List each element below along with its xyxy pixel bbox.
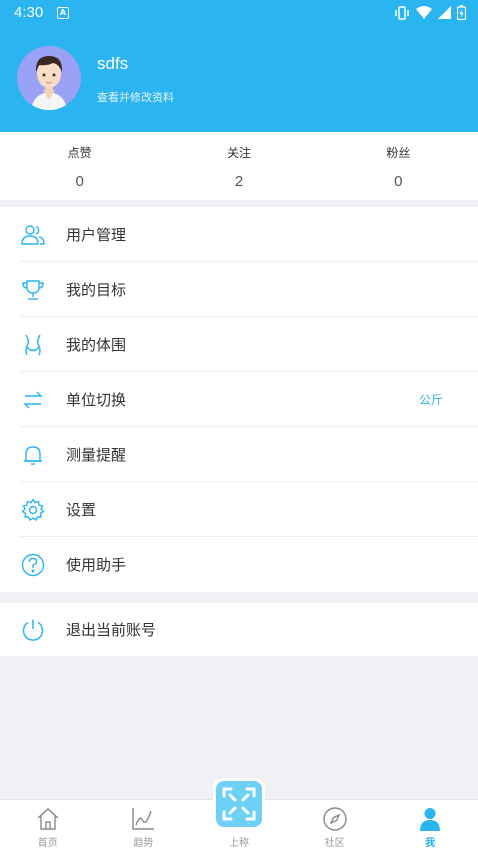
bell-icon <box>20 442 46 468</box>
stat-value: 2 <box>234 173 244 190</box>
stat-likes[interactable]: 点赞 0 <box>0 132 159 200</box>
menu-item-label: 用户管理 <box>66 226 127 244</box>
notification-icon: A <box>57 7 69 19</box>
status-time: 4:30 <box>14 4 44 21</box>
menu-item-settings[interactable]: 设置 <box>0 482 478 537</box>
tab-label: 上称 <box>228 838 249 849</box>
help-icon <box>20 552 46 578</box>
tab-home[interactable]: 首页 <box>0 800 96 851</box>
menu-item-my-goals[interactable]: 我的目标 <box>0 262 478 317</box>
home-icon <box>37 808 59 830</box>
users-icon <box>20 222 46 248</box>
unit-value: 公斤 <box>418 393 443 407</box>
menu-item-measure-reminder[interactable]: 测量提醒 <box>0 427 478 482</box>
tab-label: 社区 <box>324 838 345 849</box>
logout-label: 退出当前账号 <box>66 621 157 639</box>
edit-profile-link[interactable]: 查看并修改资料 <box>97 89 174 105</box>
menu-item-label: 我的体围 <box>66 336 127 354</box>
menu-item-user-management[interactable]: 用户管理 <box>0 207 478 262</box>
menu-item-help[interactable]: 使用助手 <box>0 537 478 592</box>
menu-item-label: 使用助手 <box>66 556 127 574</box>
stat-label: 粉丝 <box>386 146 411 160</box>
menu-item-label: 测量提醒 <box>66 446 127 464</box>
stats-bar: 点赞 0 关注 2 粉丝 0 <box>0 132 478 200</box>
tab-community[interactable]: 社区 <box>287 800 383 851</box>
menu-item-label: 单位切换 <box>66 391 127 409</box>
trophy-icon <box>20 277 46 303</box>
trend-icon <box>132 808 155 830</box>
weigh-scan-button[interactable] <box>213 778 265 830</box>
status-icons <box>394 5 466 20</box>
stat-value: 0 <box>394 173 403 190</box>
tab-trend[interactable]: 趋势 <box>96 800 192 851</box>
status-bar: 4:30 A <box>0 0 478 26</box>
tab-label: 我 <box>425 838 436 849</box>
tab-label: 趋势 <box>133 838 154 849</box>
avatar-illustration <box>31 56 67 110</box>
battery-icon <box>457 5 466 20</box>
swap-icon <box>20 387 46 413</box>
menu-item-label: 我的目标 <box>66 281 127 299</box>
avatar[interactable] <box>17 46 81 110</box>
menu-item-body-measurements[interactable]: 我的体围 <box>0 317 478 372</box>
scan-icon <box>222 787 256 821</box>
user-icon <box>420 808 441 831</box>
stat-label: 关注 <box>226 146 251 160</box>
scan-button-face <box>216 781 262 827</box>
compass-icon <box>322 807 347 831</box>
stat-followers[interactable]: 粉丝 0 <box>319 132 478 200</box>
stat-label: 点赞 <box>67 146 92 160</box>
stat-value: 0 <box>75 173 84 190</box>
profile-header[interactable]: sdfs 查看并修改资料 <box>0 26 478 132</box>
menu-item-unit-switch[interactable]: 单位切换 公斤 <box>0 372 478 427</box>
tab-me[interactable]: 我 <box>382 800 478 851</box>
signal-icon <box>438 6 451 19</box>
logout-button[interactable]: 退出当前账号 <box>0 603 478 656</box>
gear-icon <box>20 497 46 523</box>
stat-following[interactable]: 关注 2 <box>159 132 318 200</box>
username: sdfs <box>97 54 129 73</box>
settings-menu: 用户管理 我的目标 我的体围 单位切换 公斤 测量提醒 设置 使用助手 <box>0 207 478 592</box>
vibrate-icon <box>395 5 409 20</box>
wifi-icon <box>416 6 432 19</box>
tab-label: 首页 <box>37 838 58 849</box>
body-shape-icon <box>20 332 46 358</box>
menu-item-label: 设置 <box>66 501 97 519</box>
power-icon <box>20 617 46 643</box>
